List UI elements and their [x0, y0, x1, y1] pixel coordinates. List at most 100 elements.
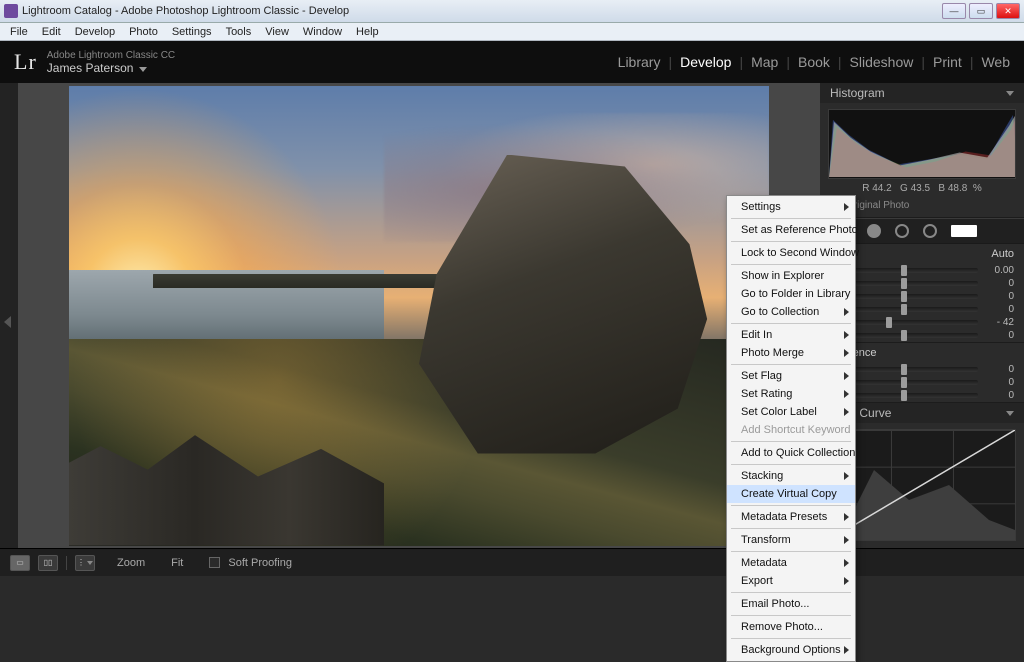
context-item-set-rating[interactable]: Set Rating — [727, 385, 855, 403]
context-item-add-to-quick-collection[interactable]: Add to Quick Collection — [727, 444, 855, 462]
context-item-export[interactable]: Export — [727, 572, 855, 590]
module-web[interactable]: Web — [981, 54, 1010, 70]
soft-proofing-checkbox[interactable] — [209, 557, 220, 568]
photo-context-menu: Settings Set as Reference Photo Lock to Se… — [726, 195, 856, 662]
menu-photo[interactable]: Photo — [123, 25, 164, 39]
submenu-arrow-icon — [844, 408, 849, 416]
context-menu-separator — [731, 551, 851, 552]
context-item-add-shortcut-keyword: Add Shortcut Keyword — [727, 421, 855, 439]
chevron-down-icon — [139, 67, 147, 72]
context-menu-separator — [731, 364, 851, 365]
context-item-set-color-label[interactable]: Set Color Label — [727, 403, 855, 421]
submenu-arrow-icon — [844, 646, 849, 654]
module-library[interactable]: Library — [618, 54, 661, 70]
before-after-button[interactable]: ▯▯ — [38, 555, 58, 571]
context-item-lock-to-second-window[interactable]: Lock to Second Window — [727, 244, 855, 262]
auto-button[interactable]: Auto — [991, 248, 1014, 260]
submenu-arrow-icon — [844, 577, 849, 585]
context-item-stacking[interactable]: Stacking — [727, 467, 855, 485]
context-item-set-flag[interactable]: Set Flag — [727, 367, 855, 385]
image-viewer[interactable] — [18, 83, 820, 548]
soft-proofing-label: Soft Proofing — [228, 557, 292, 569]
submenu-arrow-icon — [844, 308, 849, 316]
context-menu-separator — [731, 218, 851, 219]
context-menu-separator — [731, 638, 851, 639]
treatment-color-icon[interactable] — [867, 224, 881, 238]
profile-swatch[interactable] — [951, 225, 977, 237]
histogram-display[interactable] — [828, 109, 1016, 179]
develop-image[interactable] — [69, 86, 769, 546]
context-menu-separator — [731, 505, 851, 506]
context-item-settings[interactable]: Settings — [727, 198, 855, 216]
menu-window[interactable]: Window — [297, 25, 348, 39]
lr-logo: Lr — [14, 49, 37, 75]
submenu-arrow-icon — [844, 372, 849, 380]
context-menu-separator — [731, 323, 851, 324]
window-titlebar: Lightroom Catalog - Adobe Photoshop Ligh… — [0, 0, 1024, 23]
context-item-email-photo[interactable]: Email Photo... — [727, 595, 855, 613]
context-item-go-to-collection[interactable]: Go to Collection — [727, 303, 855, 321]
module-slideshow[interactable]: Slideshow — [850, 54, 914, 70]
context-item-transform[interactable]: Transform — [727, 531, 855, 549]
context-menu-separator — [731, 464, 851, 465]
module-book[interactable]: Book — [798, 54, 830, 70]
menu-settings[interactable]: Settings — [166, 25, 218, 39]
zoom-label: Zoom — [117, 557, 145, 569]
menu-file[interactable]: File — [4, 25, 34, 39]
chevron-down-icon — [1006, 91, 1014, 96]
tone-curve-graph[interactable] — [828, 429, 1016, 541]
menu-bar: File Edit Develop Photo Settings Tools V… — [0, 23, 1024, 41]
expand-left-icon — [4, 316, 11, 328]
loupe-view-button[interactable]: ▭ — [10, 555, 30, 571]
histogram-title: Histogram — [830, 86, 885, 100]
context-menu-separator — [731, 592, 851, 593]
submenu-arrow-icon — [844, 559, 849, 567]
module-picker-bar: Lr Adobe Lightroom Classic CC James Pate… — [0, 41, 1024, 83]
module-print[interactable]: Print — [933, 54, 962, 70]
context-item-show-in-explorer[interactable]: Show in Explorer — [727, 267, 855, 285]
context-menu-separator — [731, 241, 851, 242]
maximize-button[interactable]: ▭ — [969, 3, 993, 19]
menu-view[interactable]: View — [259, 25, 295, 39]
toolbar-extra-button[interactable]: ⋮ — [75, 555, 95, 571]
context-menu-separator — [731, 441, 851, 442]
menu-develop[interactable]: Develop — [69, 25, 121, 39]
submenu-arrow-icon — [844, 203, 849, 211]
context-item-create-virtual-copy[interactable]: Create Virtual Copy — [727, 485, 855, 503]
context-menu-separator — [731, 528, 851, 529]
context-item-go-to-folder-in-library[interactable]: Go to Folder in Library — [727, 285, 855, 303]
submenu-arrow-icon — [844, 513, 849, 521]
menu-edit[interactable]: Edit — [36, 25, 67, 39]
context-item-set-as-reference-photo[interactable]: Set as Reference Photo — [727, 221, 855, 239]
context-menu-separator — [731, 615, 851, 616]
menu-help[interactable]: Help — [350, 25, 385, 39]
context-item-metadata-presets[interactable]: Metadata Presets — [727, 508, 855, 526]
submenu-arrow-icon — [844, 331, 849, 339]
context-item-photo-merge[interactable]: Photo Merge — [727, 344, 855, 362]
submenu-arrow-icon — [844, 390, 849, 398]
chevron-down-icon — [1006, 411, 1014, 416]
left-panel-collapsed[interactable] — [0, 83, 18, 548]
treatment-bw-icon[interactable] — [895, 224, 909, 238]
user-name: James Paterson — [47, 61, 134, 75]
close-button[interactable]: ✕ — [996, 3, 1020, 19]
submenu-arrow-icon — [844, 536, 849, 544]
minimize-button[interactable]: — — [942, 3, 966, 19]
context-item-remove-photo[interactable]: Remove Photo... — [727, 618, 855, 636]
app-icon — [4, 4, 18, 18]
context-item-metadata[interactable]: Metadata — [727, 554, 855, 572]
module-develop[interactable]: Develop — [680, 54, 731, 70]
window-title: Lightroom Catalog - Adobe Photoshop Ligh… — [22, 5, 942, 17]
context-item-background-options[interactable]: Background Options — [727, 641, 855, 659]
submenu-arrow-icon — [844, 349, 849, 357]
menu-tools[interactable]: Tools — [220, 25, 258, 39]
histogram-header[interactable]: Histogram — [820, 83, 1024, 103]
develop-toolbar: ▭ ▯▯ ⋮ Zoom Fit Soft Proofing — [0, 548, 1024, 576]
zoom-fit[interactable]: Fit — [171, 557, 183, 569]
treatment-profile-icon[interactable] — [923, 224, 937, 238]
context-menu-separator — [731, 264, 851, 265]
module-map[interactable]: Map — [751, 54, 778, 70]
submenu-arrow-icon — [844, 472, 849, 480]
identity-plate[interactable]: Adobe Lightroom Classic CC James Paterso… — [47, 50, 175, 74]
context-item-edit-in[interactable]: Edit In — [727, 326, 855, 344]
